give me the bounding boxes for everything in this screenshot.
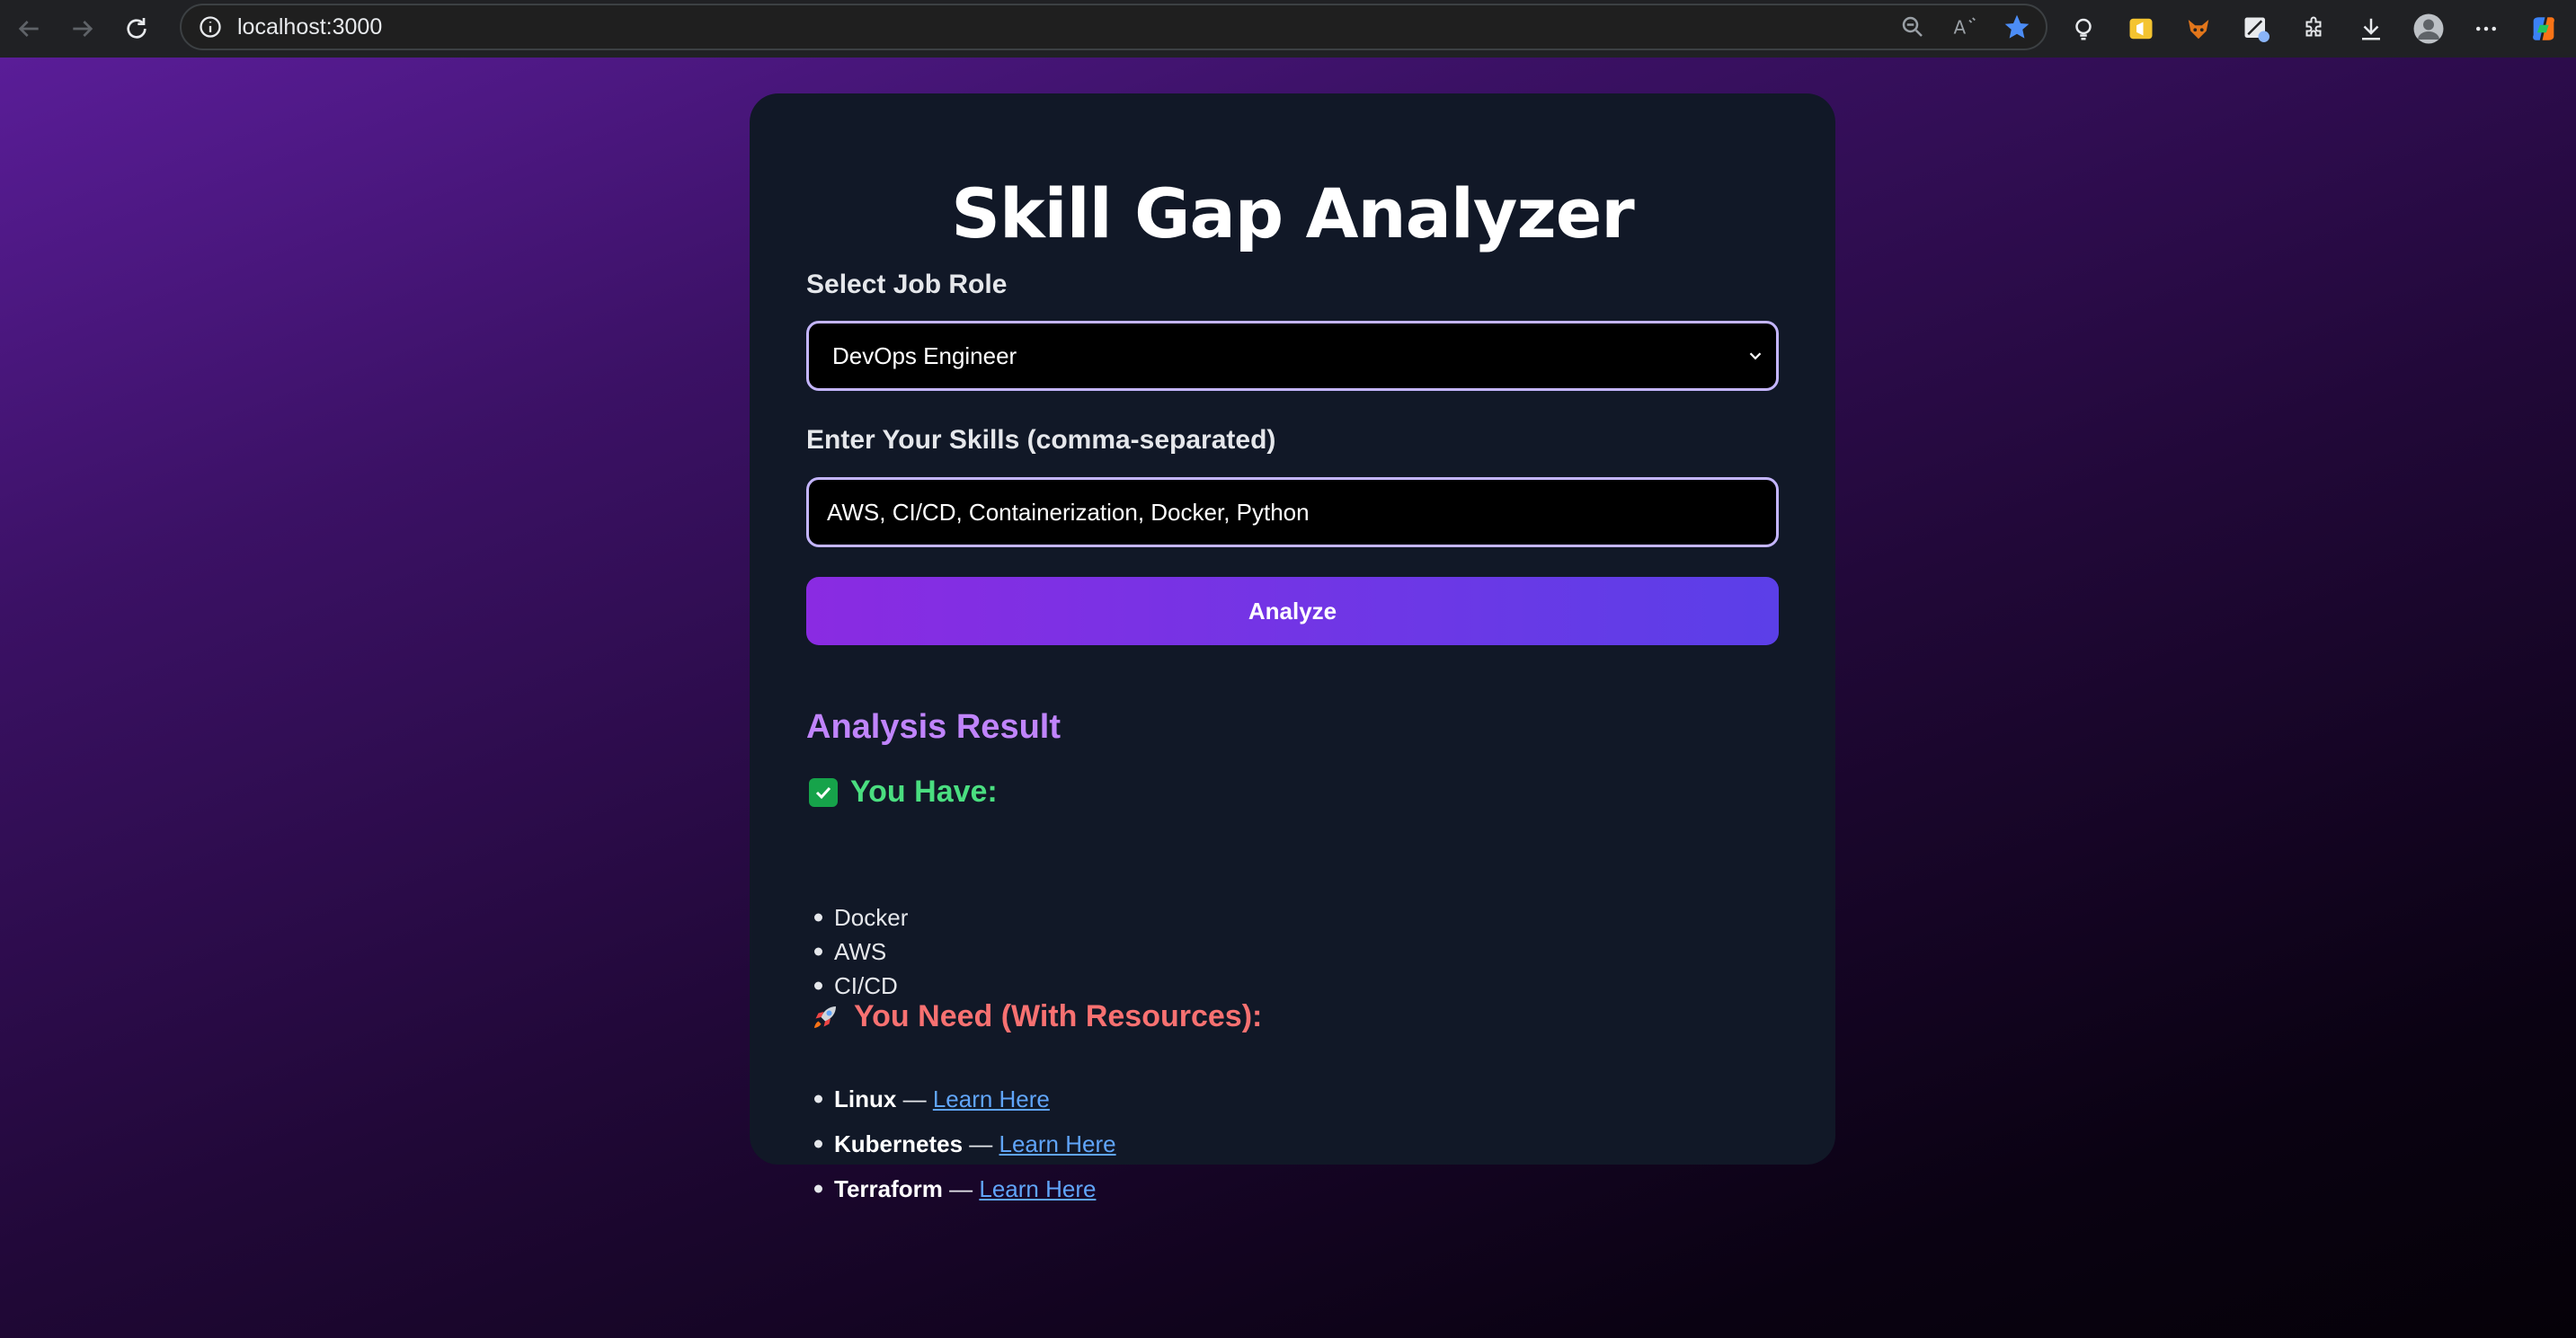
job-role-select[interactable]: DevOps Engineer: [806, 321, 1779, 391]
info-icon: [200, 16, 221, 38]
analysis-result-heading: Analysis Result: [806, 708, 1061, 746]
lightbulb-icon[interactable]: [2067, 13, 2100, 45]
url-text: localhost:3000: [237, 13, 383, 40]
extension-fox-icon[interactable]: [2182, 13, 2215, 45]
analyzer-card: Skill Gap Analyzer Select Job Role DevOp…: [750, 93, 1835, 1202]
you-need-heading-text: You Need (With Resources):: [854, 999, 1263, 1033]
list-item: Linux — Learn Here: [809, 1077, 1116, 1121]
skills-label: Enter Your Skills (comma-separated): [806, 425, 1276, 455]
download-icon[interactable]: [2355, 13, 2387, 45]
job-role-label: Select Job Role: [806, 270, 1008, 299]
you-have-list: Docker AWS CI/CD: [809, 900, 908, 1003]
list-item: Docker: [809, 900, 908, 935]
analyze-button[interactable]: Analyze: [806, 577, 1779, 645]
skill-name: Kubernetes: [834, 1130, 964, 1157]
page-background: Skill Gap Analyzer Select Job Role DevOp…: [0, 58, 2576, 1338]
reload-button[interactable]: [111, 4, 162, 54]
read-aloud-icon[interactable]: A: [1950, 13, 1979, 41]
separator: —: [902, 1085, 927, 1112]
more-menu-icon[interactable]: [2470, 13, 2502, 45]
svg-text:A: A: [1954, 17, 1967, 39]
list-item: Kubernetes — Learn Here: [809, 1121, 1116, 1166]
skills-input[interactable]: AWS, CI/CD, Containerization, Docker, Py…: [806, 477, 1779, 547]
skill-name: Terraform: [834, 1175, 943, 1202]
forward-button[interactable]: [58, 4, 108, 54]
skill-name: Linux: [834, 1085, 897, 1112]
profile-avatar-icon[interactable]: [2412, 13, 2445, 45]
list-item: Terraform — Learn Here: [809, 1166, 1116, 1211]
learn-here-link[interactable]: Learn Here: [933, 1085, 1050, 1112]
chevron-down-icon: [1749, 352, 1762, 360]
arrow-right-icon: [73, 21, 93, 37]
extension-editor-icon[interactable]: [2240, 13, 2272, 45]
reload-icon: [127, 18, 147, 39]
check-mark-icon: [809, 777, 838, 807]
favorite-star-icon[interactable]: [2003, 13, 2031, 41]
address-bar[interactable]: localhost:3000 A: [180, 4, 2047, 50]
learn-here-link[interactable]: Learn Here: [999, 1130, 1116, 1157]
you-have-heading-text: You Have:: [850, 775, 998, 809]
zoom-icon[interactable]: [1898, 13, 1927, 41]
list-item: CI/CD: [809, 969, 908, 1003]
rocket-icon: [809, 1001, 841, 1033]
extension-yellow-icon[interactable]: [2125, 13, 2157, 45]
separator: —: [969, 1130, 993, 1157]
you-have-heading: You Have:: [809, 775, 998, 810]
arrow-left-icon: [18, 21, 39, 37]
job-role-selected-value: DevOps Engineer: [832, 341, 1017, 369]
learn-here-link[interactable]: Learn Here: [979, 1175, 1096, 1202]
copilot-icon[interactable]: [2527, 13, 2560, 45]
you-need-heading: You Need (With Resources):: [809, 999, 1262, 1034]
separator: —: [949, 1175, 973, 1202]
back-button[interactable]: [4, 4, 54, 54]
page-title: Skill Gap Analyzer: [951, 173, 1634, 253]
extensions-puzzle-icon[interactable]: [2297, 13, 2330, 45]
you-need-list: Linux — Learn Here Kubernetes — Learn He…: [809, 1077, 1116, 1211]
list-item: AWS: [809, 935, 908, 969]
skills-input-value: AWS, CI/CD, Containerization, Docker, Py…: [827, 498, 1310, 526]
browser-toolbar: localhost:3000 A: [0, 0, 2576, 58]
